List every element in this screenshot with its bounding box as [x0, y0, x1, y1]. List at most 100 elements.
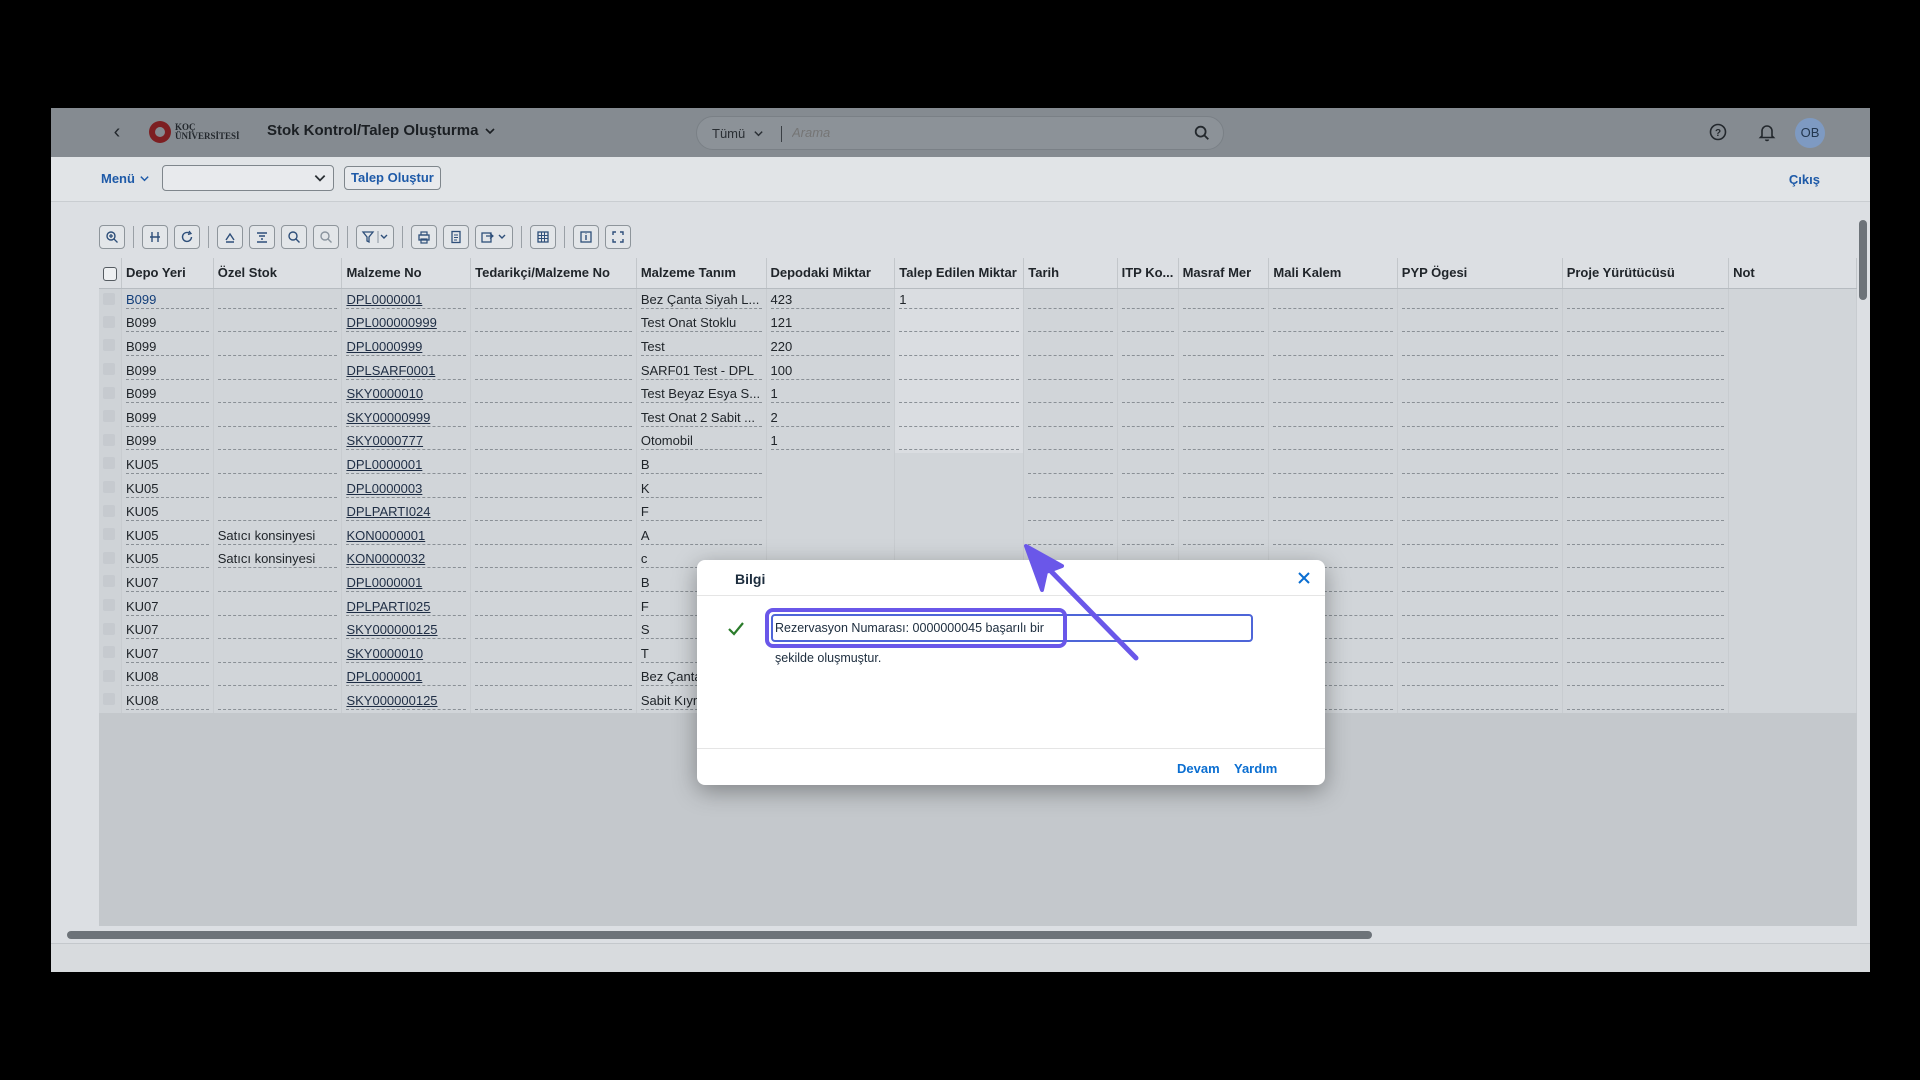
table-cell[interactable]	[470, 429, 637, 454]
table-cell[interactable]	[894, 335, 1025, 359]
row-checkbox[interactable]	[103, 622, 115, 635]
table-cell[interactable]	[1728, 311, 1857, 336]
exit-button[interactable]: Çıkış	[1789, 172, 1820, 187]
table-cell[interactable]	[766, 453, 896, 477]
table-cell[interactable]	[894, 311, 1025, 336]
table-cell[interactable]	[1562, 547, 1730, 572]
table-cell[interactable]	[1562, 405, 1730, 430]
table-cell[interactable]: DPL0000001	[341, 571, 472, 595]
table-cell[interactable]	[1117, 500, 1179, 524]
table-cell[interactable]	[470, 382, 637, 406]
table-row[interactable]: B099 DPL0000001 Bez Çanta Siyah L... 423 1	[99, 288, 1857, 312]
column-header[interactable]: Not	[1728, 258, 1857, 289]
row-checkbox[interactable]	[103, 551, 115, 564]
zoom-in-icon[interactable]	[99, 225, 125, 249]
table-cell[interactable]	[1397, 641, 1563, 666]
table-cell[interactable]	[1268, 358, 1398, 383]
table-cell[interactable]	[1023, 382, 1118, 406]
table-cell[interactable]	[1562, 618, 1730, 642]
table-row[interactable]: B099 DPLSARF0001 SARF01 Test - DPL 100	[99, 358, 1857, 383]
table-cell[interactable]: KU05	[121, 547, 214, 572]
table-cell[interactable]	[1117, 358, 1179, 383]
table-cell[interactable]	[470, 476, 637, 501]
row-selector[interactable]	[99, 429, 122, 454]
row-checkbox[interactable]	[103, 339, 115, 352]
variant-select[interactable]	[162, 165, 334, 191]
column-header[interactable]: Tarih	[1023, 258, 1118, 289]
row-selector[interactable]	[99, 288, 122, 312]
row-checkbox[interactable]	[103, 292, 115, 305]
table-cell[interactable]	[1728, 358, 1857, 383]
column-header[interactable]: Özel Stok	[213, 258, 343, 289]
column-header[interactable]: Malzeme Tanım	[636, 258, 767, 289]
table-cell[interactable]	[894, 382, 1025, 406]
refresh-icon[interactable]	[174, 225, 200, 249]
table-cell[interactable]	[894, 476, 1025, 501]
row-selector[interactable]	[99, 358, 122, 383]
row-checkbox[interactable]	[103, 433, 115, 446]
table-cell[interactable]	[1562, 689, 1730, 713]
table-row[interactable]: KU05 DPL0000003 K	[99, 476, 1857, 501]
table-cell[interactable]: KU05	[121, 500, 214, 524]
table-cell[interactable]	[213, 405, 343, 430]
table-cell[interactable]: KU05	[121, 523, 214, 548]
table-cell[interactable]: Test Onat Stoklu	[636, 311, 767, 336]
table-cell[interactable]	[1728, 476, 1857, 501]
table-cell[interactable]	[1397, 594, 1563, 619]
table-cell[interactable]	[470, 453, 637, 477]
row-selector[interactable]	[99, 453, 122, 477]
table-cell[interactable]	[1397, 618, 1563, 642]
row-checkbox[interactable]	[103, 575, 115, 588]
table-cell[interactable]	[470, 335, 637, 359]
table-cell[interactable]: DPLPARTI024	[341, 500, 472, 524]
table-cell[interactable]	[213, 453, 343, 477]
table-cell[interactable]	[1562, 523, 1730, 548]
table-cell[interactable]: SKY00000999	[341, 405, 472, 430]
find-icon[interactable]	[281, 225, 307, 249]
table-cell[interactable]	[213, 429, 343, 454]
table-cell[interactable]	[1397, 405, 1563, 430]
table-cell[interactable]	[213, 571, 343, 595]
table-cell[interactable]	[1397, 358, 1563, 383]
table-cell[interactable]	[766, 523, 896, 548]
horizontal-scrollbar[interactable]	[51, 928, 1870, 942]
table-cell[interactable]	[1117, 382, 1179, 406]
table-cell[interactable]	[1023, 358, 1118, 383]
row-selector[interactable]	[99, 689, 122, 713]
table-cell[interactable]	[1562, 571, 1730, 595]
back-button[interactable]: ‹	[107, 122, 127, 142]
table-cell[interactable]	[1117, 288, 1179, 312]
table-cell[interactable]	[213, 641, 343, 666]
table-cell[interactable]: 100	[766, 358, 896, 383]
table-cell[interactable]	[470, 405, 637, 430]
notification-bell-icon[interactable]	[1756, 121, 1778, 143]
table-cell[interactable]	[1178, 405, 1270, 430]
table-row[interactable]: B099 SKY00000999 Test Onat 2 Sabit ... 2	[99, 405, 1857, 430]
table-cell[interactable]	[1117, 453, 1179, 477]
table-cell[interactable]	[1178, 523, 1270, 548]
table-cell[interactable]	[1117, 523, 1179, 548]
table-cell[interactable]	[213, 500, 343, 524]
table-cell[interactable]	[470, 594, 637, 619]
table-cell[interactable]	[1117, 429, 1179, 454]
row-selector[interactable]	[99, 476, 122, 501]
table-cell[interactable]: Satıcı konsinyesi	[213, 547, 343, 572]
row-selector[interactable]	[99, 618, 122, 642]
row-selector[interactable]	[99, 665, 122, 690]
table-cell[interactable]: Otomobil	[636, 429, 767, 454]
table-cell[interactable]: 1	[766, 429, 896, 454]
table-cell[interactable]	[1178, 358, 1270, 383]
table-cell[interactable]	[1178, 288, 1270, 312]
table-cell[interactable]	[1178, 453, 1270, 477]
table-cell[interactable]: Bez Çanta Siyah L...	[636, 288, 767, 312]
continue-button[interactable]: Devam	[1177, 761, 1220, 776]
table-cell[interactable]: KU05	[121, 453, 214, 477]
row-checkbox[interactable]	[103, 599, 115, 612]
table-cell[interactable]	[470, 689, 637, 713]
table-cell[interactable]	[1397, 453, 1563, 477]
table-cell[interactable]: KON0000001	[341, 523, 472, 548]
column-header[interactable]: Tedarikçi/Malzeme No	[470, 258, 637, 289]
table-cell[interactable]: DPL0000003	[341, 476, 472, 501]
table-row[interactable]: KU05 DPLPARTI024 F	[99, 500, 1857, 524]
table-cell[interactable]: SKY000000125	[341, 689, 472, 713]
